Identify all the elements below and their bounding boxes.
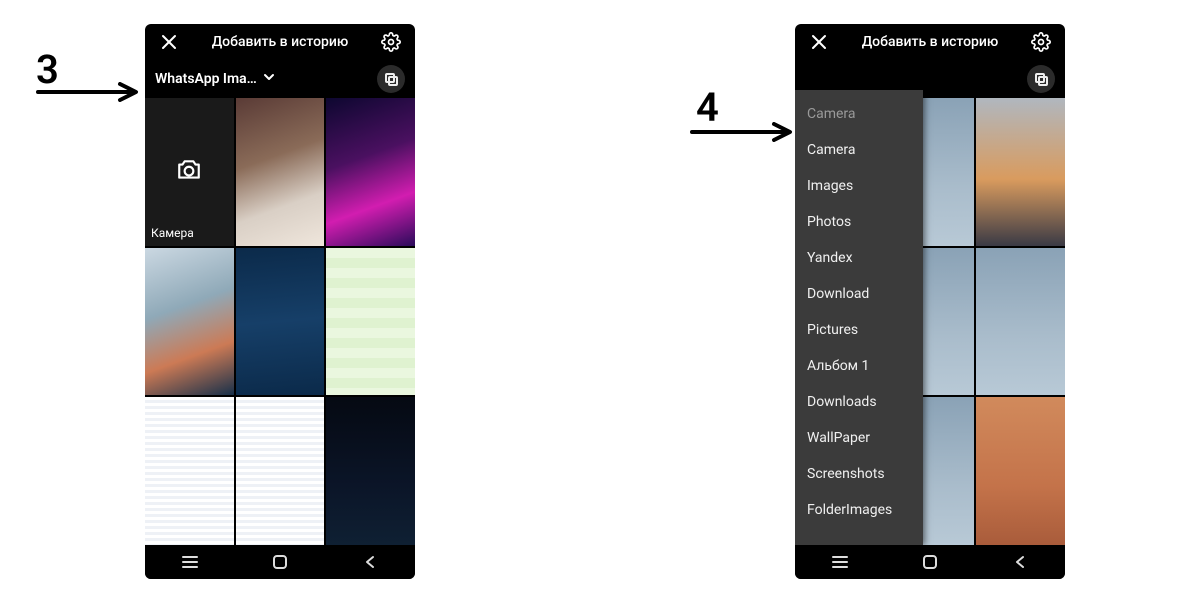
multi-select-button[interactable] — [377, 65, 405, 93]
folder-item[interactable]: Camera — [795, 132, 923, 168]
photo-thumbnail[interactable] — [326, 397, 415, 545]
album-selector[interactable]: WhatsApp Ima… — [155, 71, 257, 87]
chevron-down-icon[interactable] — [263, 71, 275, 87]
photo-thumbnail[interactable] — [326, 98, 415, 246]
folder-item[interactable]: Photos — [795, 204, 923, 240]
camera-icon — [176, 157, 202, 187]
photo-thumbnail[interactable] — [976, 98, 1065, 246]
nav-home-button[interactable] — [260, 553, 300, 571]
nav-recent-button[interactable] — [820, 555, 860, 569]
photo-thumbnail[interactable] — [236, 397, 325, 545]
photo-thumbnail[interactable] — [236, 98, 325, 246]
album-selector-bar: WhatsApp Ima… — [145, 60, 415, 98]
nav-home-button[interactable] — [910, 553, 950, 571]
nav-back-button[interactable] — [350, 555, 390, 569]
photo-thumbnail[interactable] — [145, 397, 234, 545]
folder-item[interactable]: Screenshots — [795, 456, 923, 492]
folder-item[interactable]: Pictures — [795, 312, 923, 348]
page-title: Добавить в историю — [183, 34, 377, 50]
folder-item[interactable]: Downloads — [795, 384, 923, 420]
folder-dropdown: Camera Camera Images Photos Yandex Downl… — [795, 90, 923, 545]
topbar: Добавить в историю — [795, 24, 1065, 60]
photo-thumbnail[interactable] — [976, 397, 1065, 545]
photo-thumbnail[interactable] — [145, 248, 234, 396]
annotation-arrow-4 — [690, 122, 794, 146]
android-navbar — [795, 545, 1065, 579]
close-button[interactable] — [157, 30, 181, 54]
settings-button[interactable] — [379, 30, 403, 54]
page-title: Добавить в историю — [833, 34, 1027, 50]
folder-item[interactable]: Camera — [795, 96, 923, 132]
folder-item[interactable]: Images — [795, 168, 923, 204]
phone-folder-dropdown: Добавить в историю Camera Camera Images … — [795, 24, 1065, 579]
annotation-arrow-3 — [36, 82, 140, 106]
photo-thumbnail[interactable] — [976, 248, 1065, 396]
photo-thumbnail[interactable] — [326, 248, 415, 396]
camera-tile[interactable]: Камера — [145, 98, 234, 246]
photo-grid: Камера — [145, 98, 415, 545]
phone-story-picker: Добавить в историю WhatsApp Ima… Камера — [145, 24, 415, 579]
folder-item[interactable]: Yandex — [795, 240, 923, 276]
folder-item[interactable]: Альбом 1 — [795, 348, 923, 384]
close-button[interactable] — [807, 30, 831, 54]
topbar: Добавить в историю — [145, 24, 415, 60]
android-navbar — [145, 545, 415, 579]
nav-recent-button[interactable] — [170, 555, 210, 569]
camera-tile-label: Камера — [151, 226, 194, 240]
photo-thumbnail[interactable] — [236, 248, 325, 396]
nav-back-button[interactable] — [1000, 555, 1040, 569]
folder-item[interactable]: Download — [795, 276, 923, 312]
settings-button[interactable] — [1029, 30, 1053, 54]
multi-select-button[interactable] — [1027, 65, 1055, 93]
folder-item[interactable]: FolderImages — [795, 492, 923, 528]
folder-item[interactable]: WallPaper — [795, 420, 923, 456]
